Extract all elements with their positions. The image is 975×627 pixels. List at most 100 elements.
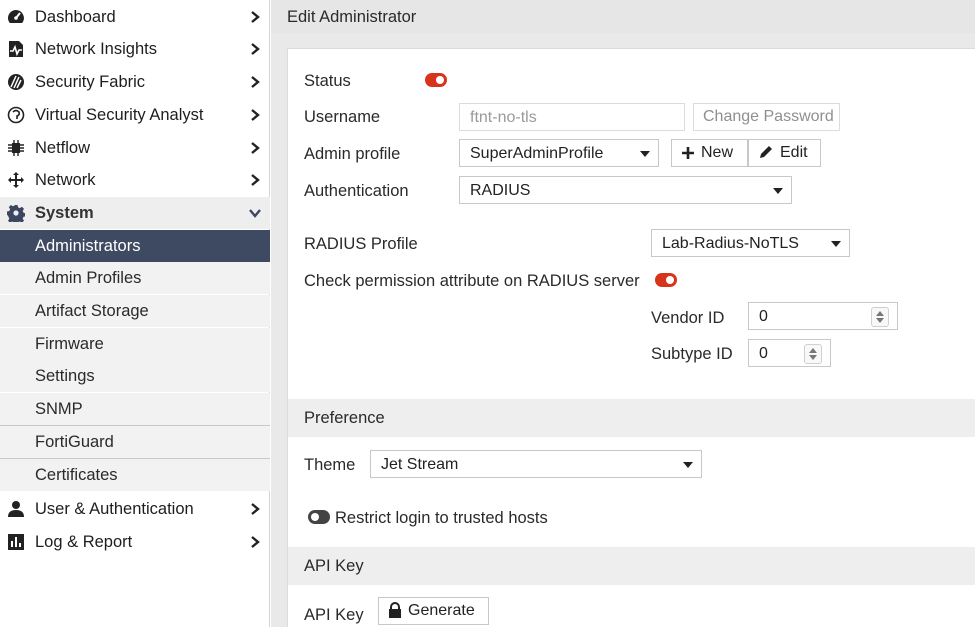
subtype-id-field[interactable]: 0 <box>748 339 831 367</box>
sidebar-item-security-fabric[interactable]: Security Fabric <box>0 66 270 98</box>
sidebar-item-dashboard[interactable]: Dashboard <box>0 1 270 33</box>
theme-value: Jet Stream <box>381 456 459 473</box>
sidebar-item-label: Netflow <box>35 138 91 157</box>
authentication-label: Authentication <box>304 182 409 200</box>
network-insights-icon <box>9 41 23 57</box>
check-permission-toggle[interactable] <box>655 273 677 287</box>
section-title: API Key <box>304 557 364 575</box>
change-password-button[interactable]: Change Password <box>693 103 840 131</box>
plus-icon <box>682 147 694 159</box>
theme-label: Theme <box>304 456 356 474</box>
sidebar-item-label: Firmware <box>35 334 104 353</box>
sidebar-item-label: Virtual Security Analyst <box>35 105 204 124</box>
chevron-right-icon <box>251 142 260 154</box>
section-title: Preference <box>304 409 385 427</box>
sidebar-item-label: Admin Profiles <box>35 268 142 287</box>
sidebar-item-network[interactable]: Network <box>0 164 270 196</box>
chevron-right-icon <box>251 174 260 186</box>
sidebar-item-network-insights[interactable]: Network Insights <box>0 33 270 65</box>
chevron-down-icon <box>249 209 261 218</box>
netflow-icon <box>8 140 24 156</box>
subtype-id-value: 0 <box>759 345 768 362</box>
sidebar: Dashboard Network Insights Security Fabr… <box>0 0 270 627</box>
check-permission-label: Check permission attribute on RADIUS ser… <box>304 272 640 290</box>
radius-profile-label: RADIUS Profile <box>304 235 418 253</box>
sidebar-item-administrators[interactable]: Administrators <box>0 230 270 262</box>
sidebar-item-label: Security Fabric <box>35 72 146 91</box>
restrict-login-toggle[interactable] <box>308 510 330 524</box>
sidebar-item-system[interactable]: System <box>0 197 270 229</box>
sidebar-item-admin-profiles[interactable]: Admin Profiles <box>0 262 270 294</box>
caret-down-icon <box>831 241 841 247</box>
chevron-right-icon <box>251 11 260 23</box>
page-header: Edit Administrator <box>271 0 975 33</box>
sidebar-item-certificates[interactable]: Certificates <box>0 459 270 491</box>
sidebar-item-user-authentication[interactable]: User & Authentication <box>0 493 270 525</box>
dashboard-icon <box>8 10 24 23</box>
chevron-right-icon <box>251 76 260 88</box>
restrict-login-label: Restrict login to trusted hosts <box>335 509 548 527</box>
sidebar-item-netflow[interactable]: Netflow <box>0 132 270 164</box>
sidebar-item-label: Log & Report <box>35 532 133 551</box>
radius-profile-value: Lab-Radius-NoTLS <box>662 235 799 252</box>
edit-profile-button[interactable]: Edit <box>748 139 821 167</box>
lock-icon <box>389 602 401 618</box>
new-button-label: New <box>701 144 734 161</box>
network-icon <box>8 172 24 188</box>
gear-icon <box>7 205 25 222</box>
radius-profile-select[interactable]: Lab-Radius-NoTLS <box>651 229 850 257</box>
api-key-label: API Key <box>304 606 364 624</box>
edit-administrator-panel <box>287 48 975 627</box>
authentication-select[interactable]: RADIUS <box>459 176 792 204</box>
edit-button-label: Edit <box>780 144 808 161</box>
spinner-icon[interactable] <box>871 307 889 327</box>
sidebar-item-label: Network <box>35 170 96 189</box>
status-toggle[interactable] <box>425 73 447 87</box>
pencil-icon <box>760 146 772 158</box>
virtual-security-analyst-icon <box>7 106 25 124</box>
sidebar-item-virtual-security-analyst[interactable]: Virtual Security Analyst <box>0 99 270 131</box>
theme-select[interactable]: Jet Stream <box>370 450 702 478</box>
status-label: Status <box>304 72 351 90</box>
vendor-id-label: Vendor ID <box>651 309 725 327</box>
caret-down-icon <box>773 188 783 194</box>
sidebar-item-label: Artifact Storage <box>35 301 149 320</box>
log-report-icon <box>8 534 24 550</box>
caret-down-icon <box>640 151 650 157</box>
sidebar-item-fortiguard[interactable]: FortiGuard <box>0 426 270 458</box>
admin-profile-label: Admin profile <box>304 145 401 163</box>
vendor-id-field[interactable]: 0 <box>748 302 898 330</box>
chevron-right-icon <box>251 503 260 515</box>
subtype-id-label: Subtype ID <box>651 345 733 363</box>
new-profile-button[interactable]: New <box>671 139 748 167</box>
sidebar-item-label: Settings <box>35 366 95 385</box>
sidebar-item-label: Network Insights <box>35 39 157 58</box>
caret-down-icon <box>683 462 693 468</box>
sidebar-item-settings[interactable]: Settings <box>0 360 270 392</box>
generate-api-key-button[interactable]: Generate <box>378 597 489 625</box>
chevron-right-icon <box>251 536 260 548</box>
sidebar-item-artifact-storage[interactable]: Artifact Storage <box>0 295 270 327</box>
spinner-icon[interactable] <box>804 344 822 364</box>
generate-button-label: Generate <box>408 602 475 619</box>
username-label: Username <box>304 108 381 126</box>
admin-profile-select[interactable]: SuperAdminProfile <box>459 139 659 167</box>
username-field[interactable]: ftnt-no-tls <box>459 103 685 131</box>
sidebar-item-label: Administrators <box>35 236 141 255</box>
sidebar-item-label: Dashboard <box>35 7 116 26</box>
vendor-id-value: 0 <box>759 308 768 325</box>
chevron-right-icon <box>251 109 260 121</box>
page-title: Edit Administrator <box>287 8 417 26</box>
sidebar-item-label: User & Authentication <box>35 499 194 518</box>
sidebar-item-snmp[interactable]: SNMP <box>0 393 270 425</box>
security-fabric-icon <box>8 74 24 90</box>
admin-profile-value: SuperAdminProfile <box>470 145 604 162</box>
sidebar-item-firmware[interactable]: Firmware <box>0 328 270 360</box>
sidebar-item-label: FortiGuard <box>35 432 114 451</box>
preference-section-header: Preference <box>288 399 975 437</box>
authentication-value: RADIUS <box>470 182 531 199</box>
user-icon <box>8 501 24 517</box>
chevron-right-icon <box>251 43 260 55</box>
sidebar-item-label: SNMP <box>35 399 83 418</box>
sidebar-item-log-report[interactable]: Log & Report <box>0 526 270 558</box>
